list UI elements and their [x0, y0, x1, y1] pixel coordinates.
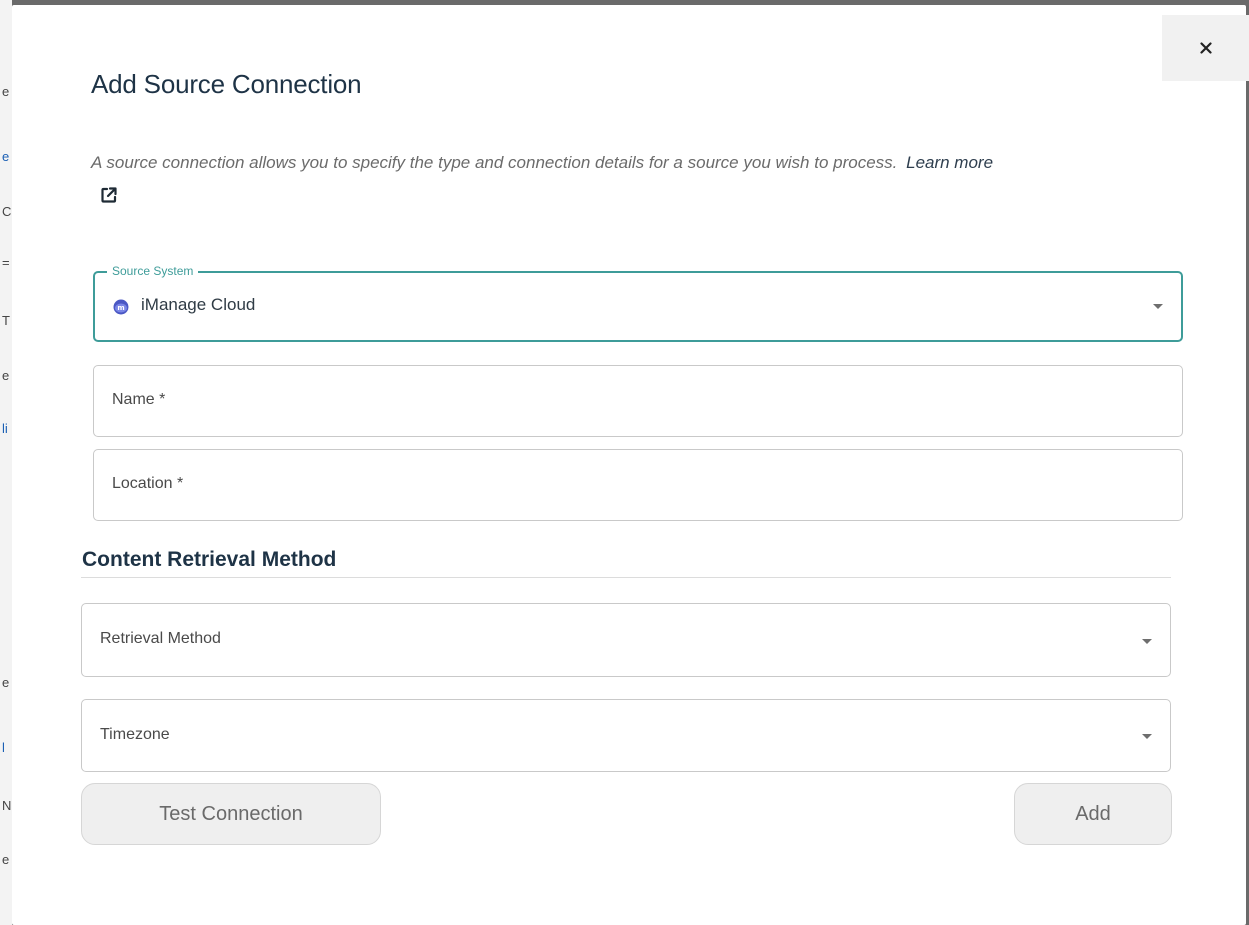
source-system-value: iManage Cloud	[141, 295, 256, 314]
background-text-fragment: e	[2, 675, 10, 690]
section-title: Content Retrieval Method	[82, 548, 337, 571]
name-field[interactable]: Name *	[93, 365, 1183, 437]
source-system-select[interactable]: Source System m iManage Cloud	[93, 264, 1183, 342]
description-text: A source connection allows you to specif…	[91, 153, 898, 172]
background-text-fragment: N	[2, 798, 12, 813]
section-divider	[81, 577, 1171, 578]
close-icon	[1200, 42, 1212, 54]
timezone-select[interactable]: Timezone	[81, 699, 1171, 772]
background-page-edge: e e C = T e li e l N e	[0, 0, 12, 925]
background-text-fragment: C	[2, 204, 12, 219]
location-field[interactable]: Location *	[93, 449, 1183, 521]
retrieval-method-placeholder: Retrieval Method	[100, 630, 221, 647]
add-source-connection-dialog: Add Source Connection A source connectio…	[12, 5, 1249, 925]
test-connection-button[interactable]: Test Connection	[81, 783, 381, 845]
background-text-fragment: l	[2, 740, 5, 755]
chevron-down-icon	[1142, 639, 1152, 644]
dialog-title: Add Source Connection	[91, 69, 362, 99]
imanage-logo-icon: m	[113, 299, 129, 315]
add-button[interactable]: Add	[1014, 783, 1172, 845]
learn-more-link[interactable]: Learn more	[906, 153, 993, 172]
background-text-fragment: =	[2, 255, 10, 270]
dialog-description: A source connection allows you to specif…	[91, 151, 1191, 175]
background-text-fragment: e	[2, 368, 10, 383]
chevron-down-icon	[1153, 304, 1163, 309]
chevron-down-icon	[1142, 734, 1152, 739]
background-text-fragment: e	[2, 852, 10, 867]
svg-text:m: m	[117, 304, 124, 312]
background-text-fragment: T	[2, 313, 10, 328]
source-system-label: Source System	[107, 264, 199, 278]
background-text-fragment: li	[2, 421, 8, 436]
background-text-fragment: e	[2, 84, 10, 99]
external-link-icon[interactable]	[99, 185, 119, 205]
close-button[interactable]	[1162, 15, 1249, 81]
name-placeholder: Name *	[112, 391, 166, 408]
timezone-placeholder: Timezone	[100, 726, 170, 743]
retrieval-method-select[interactable]: Retrieval Method	[81, 603, 1171, 677]
background-text-fragment: e	[2, 149, 10, 164]
location-placeholder: Location *	[112, 475, 184, 492]
